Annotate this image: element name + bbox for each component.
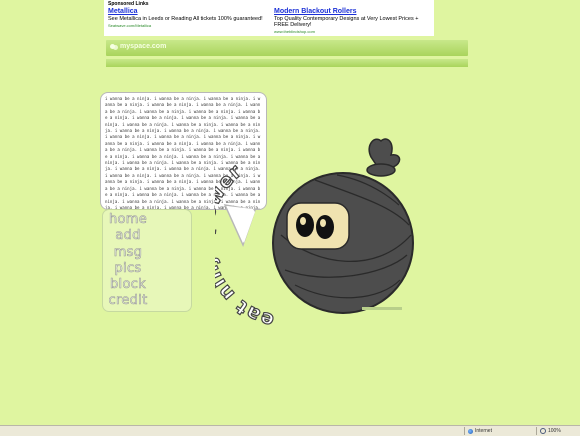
ad-metallica[interactable]: Metallica See Metallica in Leeds or Read…	[108, 8, 268, 28]
ninja-slogan: eat ninja power	[215, 160, 276, 330]
ad-url[interactable]: Seatwave.com/Metallica	[108, 23, 268, 28]
browser-status-bar: Internet 100%	[0, 425, 580, 436]
credit-watermark	[362, 307, 402, 310]
zoom-control[interactable]: 100%	[540, 428, 561, 434]
ad-description: See Metallica in Leeds or Reading All ti…	[108, 16, 263, 22]
sponsored-links-heading: Sponsored Links	[108, 1, 149, 7]
menu-item-pics[interactable]: pics	[103, 261, 153, 277]
status-divider	[464, 427, 465, 435]
ad-title-link[interactable]: Metallica	[108, 8, 268, 15]
profile-menu: home add msg pics block credit	[102, 209, 192, 312]
globe-icon	[468, 428, 473, 434]
ad-title-link[interactable]: Modern Blackout Rollers	[274, 8, 434, 15]
menu-item-msg[interactable]: msg	[103, 244, 153, 261]
ninja-eyes-icon	[286, 202, 350, 250]
myspace-nav-bar	[106, 59, 468, 67]
myspace-logo[interactable]: myspace.com	[110, 43, 166, 50]
ninja-top-knot-icon	[366, 138, 401, 177]
ninja-illustration: eat ninja power	[215, 138, 414, 330]
sponsored-links-box: Sponsored Links Metallica See Metallica …	[104, 0, 434, 36]
people-icon	[110, 43, 118, 50]
myspace-logo-text: myspace.com	[120, 43, 167, 50]
security-zone[interactable]: Internet	[468, 428, 492, 434]
ad-blackout-rollers[interactable]: Modern Blackout Rollers Top Quality Cont…	[274, 8, 434, 34]
menu-item-home[interactable]: home	[103, 212, 153, 228]
menu-item-block[interactable]: block	[103, 277, 153, 293]
status-divider	[536, 427, 537, 435]
ad-url[interactable]: www.theblindshop.com	[274, 29, 434, 34]
zoom-icon	[540, 428, 546, 434]
menu-item-add[interactable]: add	[103, 228, 153, 244]
myspace-header-bar: myspace.com	[106, 40, 468, 56]
ad-description: Top Quality Contemporary Designs at Very…	[274, 16, 419, 28]
zone-label: Internet	[475, 428, 492, 434]
menu-item-credit[interactable]: credit	[103, 293, 153, 309]
zoom-level: 100%	[548, 428, 561, 434]
